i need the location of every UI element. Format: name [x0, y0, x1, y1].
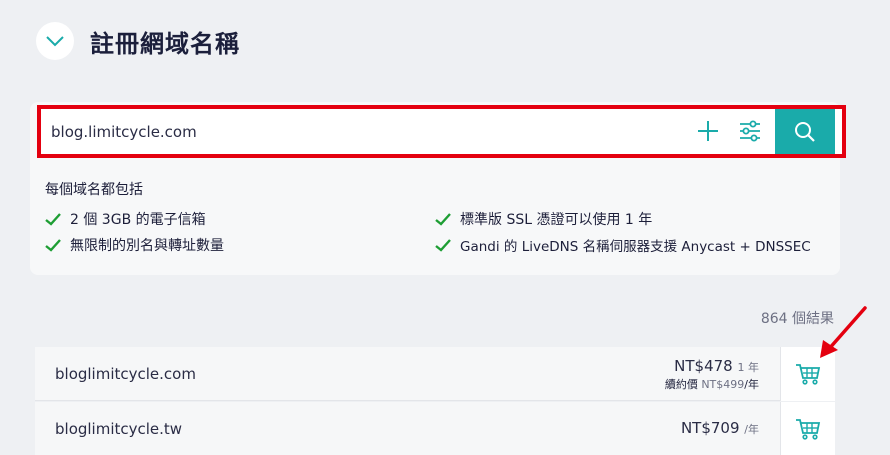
search-input[interactable] — [51, 113, 691, 150]
price: NT$478 1 年 — [665, 357, 759, 375]
feature-item: 2 個 3GB 的電子信箱 — [45, 209, 206, 229]
feature-item: Gandi 的 LiveDNS 名稱伺服器支援 Anycast + DNSSEC — [435, 235, 811, 255]
feature-label: 無限制的別名與轉址數量 — [70, 238, 224, 254]
page-title: 註冊網域名稱 — [90, 30, 240, 58]
includes-title: 每個域名都包括 — [45, 182, 143, 198]
checkmark-icon — [435, 212, 451, 226]
add-to-cart-button[interactable] — [780, 402, 835, 455]
feature-label: 標準版 SSL 憑證可以使用 1 年 — [460, 212, 653, 228]
checkmark-icon — [45, 238, 61, 252]
price-unit: /年 — [744, 423, 759, 436]
chevron-down-icon — [46, 36, 64, 47]
cart-icon — [796, 364, 821, 385]
collapse-button[interactable] — [36, 22, 74, 60]
search-button[interactable] — [775, 109, 835, 154]
renewal-value: NT$499 — [701, 378, 745, 391]
search-icon — [795, 121, 815, 142]
result-row[interactable]: bloglimitcycle.tw NT$709 /年 — [35, 402, 835, 455]
checkmark-icon — [435, 238, 451, 252]
price-block: NT$709 /年 — [681, 419, 759, 437]
feature-label: 2 個 3GB 的電子信箱 — [70, 212, 206, 228]
annotation-arrow — [820, 306, 867, 358]
filter-button[interactable] — [738, 119, 762, 143]
result-domain: bloglimitcycle.com — [55, 365, 196, 383]
cart-icon — [796, 419, 821, 440]
price-unit: 1 年 — [737, 361, 760, 374]
renewal-price: 續約價 NT$499/年 — [665, 376, 759, 392]
feature-label: Gandi 的 LiveDNS 名稱伺服器支援 Anycast + DNSSEC — [460, 239, 811, 255]
sliders-icon — [740, 120, 760, 142]
feature-item: 標準版 SSL 憑證可以使用 1 年 — [435, 209, 652, 229]
price-block: NT$478 1 年 續約價 NT$499/年 — [665, 357, 759, 392]
renewal-label: 續約價 — [664, 378, 698, 391]
feature-item: 無限制的別名與轉址數量 — [45, 235, 224, 255]
price-value: NT$478 — [674, 357, 733, 375]
price: NT$709 /年 — [681, 419, 759, 437]
checkmark-icon — [45, 212, 61, 226]
result-row[interactable]: bloglimitcycle.com NT$478 1 年 續約價 NT$499… — [35, 347, 835, 401]
plus-icon — [698, 121, 718, 141]
add-domain-button[interactable] — [696, 119, 720, 143]
price-value: NT$709 — [680, 419, 740, 437]
renewal-unit: /年 — [744, 378, 759, 391]
result-domain: bloglimitcycle.tw — [55, 420, 183, 438]
search-box — [37, 105, 846, 158]
